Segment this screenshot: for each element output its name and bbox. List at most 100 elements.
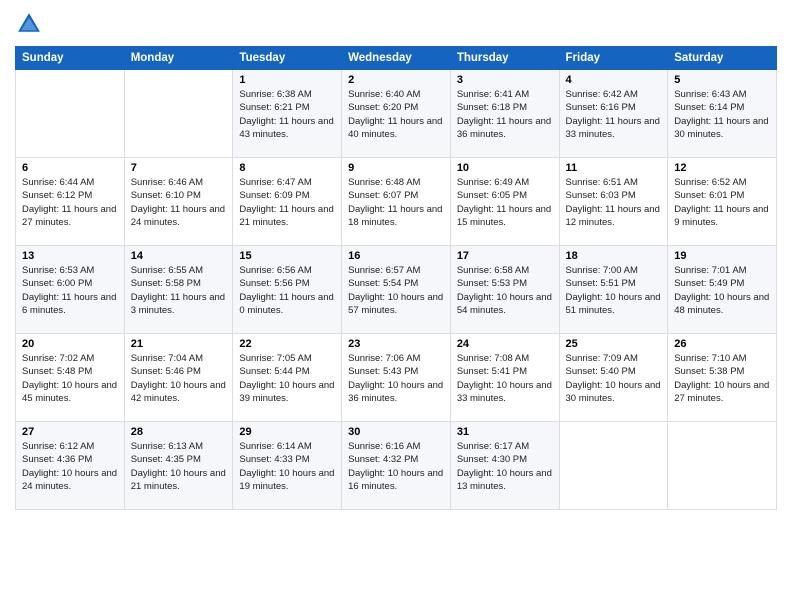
week-row-5: 27Sunrise: 6:12 AM Sunset: 4:36 PM Dayli… — [16, 422, 777, 510]
day-number: 21 — [131, 338, 227, 350]
cell-5-1: 27Sunrise: 6:12 AM Sunset: 4:36 PM Dayli… — [16, 422, 125, 510]
logo-icon — [15, 10, 43, 38]
day-info: Sunrise: 6:14 AM Sunset: 4:33 PM Dayligh… — [239, 440, 335, 493]
cell-4-6: 25 Sunrise: 7:09 AM Sunset: 5:40 PM Dayli… — [559, 334, 668, 422]
day-number: 17 — [457, 250, 553, 262]
cell-5-4: 30 Sunrise: 6:16 AM Sunset: 4:32 PM Dayli… — [342, 422, 451, 510]
day-info: Sunrise: 7:04 AM Sunset: 5:46 PM Dayligh… — [131, 352, 227, 405]
cell-5-3: 29 Sunrise: 6:14 AM Sunset: 4:33 PM Dayli… — [233, 422, 342, 510]
day-info: Sunrise: 6:48 AM Sunset: 6:07 PM Dayligh… — [348, 176, 444, 229]
day-number: 26 — [674, 338, 770, 350]
day-number: 29 — [239, 426, 335, 438]
cell-1-7: 5 Sunrise: 6:43 AM Sunset: 6:14 PM Daylig… — [668, 70, 777, 158]
cell-3-6: 18 Sunrise: 7:00 AM Sunset: 5:51 PM Dayli… — [559, 246, 668, 334]
day-number: 28 — [131, 426, 227, 438]
day-info: Sunrise: 7:05 AM Sunset: 5:44 PM Dayligh… — [239, 352, 335, 405]
day-number: 9 — [348, 162, 444, 174]
cell-1-2 — [124, 70, 233, 158]
day-info: Sunrise: 7:10 AM Sunset: 5:38 PM Dayligh… — [674, 352, 770, 405]
cell-4-3: 22 Sunrise: 7:05 AM Sunset: 5:44 PM Dayli… — [233, 334, 342, 422]
header — [15, 10, 777, 38]
day-info: Sunrise: 6:56 AM Sunset: 5:56 PM Dayligh… — [239, 264, 335, 317]
day-info: Sunrise: 6:47 AM Sunset: 6:09 PM Dayligh… — [239, 176, 335, 229]
day-info: Sunrise: 6:51 AM Sunset: 6:03 PM Dayligh… — [566, 176, 662, 229]
day-info: Sunrise: 6:12 AM Sunset: 4:36 PM Dayligh… — [22, 440, 118, 493]
cell-4-5: 24 Sunrise: 7:08 AM Sunset: 5:41 PM Dayli… — [450, 334, 559, 422]
cell-2-7: 12Sunrise: 6:52 AM Sunset: 6:01 PM Dayli… — [668, 158, 777, 246]
day-number: 7 — [131, 162, 227, 174]
col-header-friday: Friday — [559, 47, 668, 70]
day-number: 23 — [348, 338, 444, 350]
cell-2-1: 6 Sunrise: 6:44 AM Sunset: 6:12 PM Daylig… — [16, 158, 125, 246]
day-number: 1 — [239, 74, 335, 86]
day-info: Sunrise: 6:46 AM Sunset: 6:10 PM Dayligh… — [131, 176, 227, 229]
day-number: 6 — [22, 162, 118, 174]
day-number: 25 — [566, 338, 662, 350]
day-number: 16 — [348, 250, 444, 262]
cell-3-5: 17 Sunrise: 6:58 AM Sunset: 5:53 PM Dayli… — [450, 246, 559, 334]
day-number: 18 — [566, 250, 662, 262]
cell-1-1 — [16, 70, 125, 158]
cell-2-6: 11 Sunrise: 6:51 AM Sunset: 6:03 PM Dayli… — [559, 158, 668, 246]
col-header-saturday: Saturday — [668, 47, 777, 70]
cell-4-1: 20 Sunrise: 7:02 AM Sunset: 5:48 PM Dayli… — [16, 334, 125, 422]
day-info: Sunrise: 6:55 AM Sunset: 5:58 PM Dayligh… — [131, 264, 227, 317]
page: SundayMondayTuesdayWednesdayThursdayFrid… — [0, 0, 792, 612]
day-number: 13 — [22, 250, 118, 262]
day-info: Sunrise: 7:02 AM Sunset: 5:48 PM Dayligh… — [22, 352, 118, 405]
day-info: Sunrise: 7:00 AM Sunset: 5:51 PM Dayligh… — [566, 264, 662, 317]
day-info: Sunrise: 7:09 AM Sunset: 5:40 PM Dayligh… — [566, 352, 662, 405]
day-info: Sunrise: 7:01 AM Sunset: 5:49 PM Dayligh… — [674, 264, 770, 317]
cell-5-6 — [559, 422, 668, 510]
day-number: 22 — [239, 338, 335, 350]
day-number: 20 — [22, 338, 118, 350]
cell-4-2: 21 Sunrise: 7:04 AM Sunset: 5:46 PM Dayli… — [124, 334, 233, 422]
cell-2-2: 7 Sunrise: 6:46 AM Sunset: 6:10 PM Daylig… — [124, 158, 233, 246]
day-number: 30 — [348, 426, 444, 438]
day-number: 3 — [457, 74, 553, 86]
day-number: 8 — [239, 162, 335, 174]
day-number: 11 — [566, 162, 662, 174]
day-info: Sunrise: 6:16 AM Sunset: 4:32 PM Dayligh… — [348, 440, 444, 493]
cell-2-3: 8 Sunrise: 6:47 AM Sunset: 6:09 PM Daylig… — [233, 158, 342, 246]
col-header-thursday: Thursday — [450, 47, 559, 70]
cell-5-2: 28 Sunrise: 6:13 AM Sunset: 4:35 PM Dayli… — [124, 422, 233, 510]
day-info: Sunrise: 6:42 AM Sunset: 6:16 PM Dayligh… — [566, 88, 662, 141]
day-info: Sunrise: 6:17 AM Sunset: 4:30 PM Dayligh… — [457, 440, 553, 493]
cell-4-7: 26 Sunrise: 7:10 AM Sunset: 5:38 PM Dayli… — [668, 334, 777, 422]
day-info: Sunrise: 6:49 AM Sunset: 6:05 PM Dayligh… — [457, 176, 553, 229]
cell-3-2: 14 Sunrise: 6:55 AM Sunset: 5:58 PM Dayli… — [124, 246, 233, 334]
col-header-sunday: Sunday — [16, 47, 125, 70]
week-row-4: 20 Sunrise: 7:02 AM Sunset: 5:48 PM Dayli… — [16, 334, 777, 422]
cell-1-6: 4Sunrise: 6:42 AM Sunset: 6:16 PM Daylig… — [559, 70, 668, 158]
week-row-1: 1 Sunrise: 6:38 AM Sunset: 6:21 PM Daylig… — [16, 70, 777, 158]
week-row-3: 13 Sunrise: 6:53 AM Sunset: 6:00 PM Dayli… — [16, 246, 777, 334]
day-number: 31 — [457, 426, 553, 438]
day-number: 24 — [457, 338, 553, 350]
day-number: 12 — [674, 162, 770, 174]
day-info: Sunrise: 6:43 AM Sunset: 6:14 PM Dayligh… — [674, 88, 770, 141]
cell-4-4: 23 Sunrise: 7:06 AM Sunset: 5:43 PM Dayli… — [342, 334, 451, 422]
day-info: Sunrise: 6:40 AM Sunset: 6:20 PM Dayligh… — [348, 88, 444, 141]
day-info: Sunrise: 6:53 AM Sunset: 6:00 PM Dayligh… — [22, 264, 118, 317]
day-info: Sunrise: 6:44 AM Sunset: 6:12 PM Dayligh… — [22, 176, 118, 229]
day-info: Sunrise: 7:06 AM Sunset: 5:43 PM Dayligh… — [348, 352, 444, 405]
day-number: 5 — [674, 74, 770, 86]
day-info: Sunrise: 6:41 AM Sunset: 6:18 PM Dayligh… — [457, 88, 553, 141]
day-info: Sunrise: 7:08 AM Sunset: 5:41 PM Dayligh… — [457, 352, 553, 405]
day-info: Sunrise: 6:58 AM Sunset: 5:53 PM Dayligh… — [457, 264, 553, 317]
day-number: 10 — [457, 162, 553, 174]
cell-3-7: 19 Sunrise: 7:01 AM Sunset: 5:49 PM Dayli… — [668, 246, 777, 334]
cell-2-5: 10 Sunrise: 6:49 AM Sunset: 6:05 PM Dayli… — [450, 158, 559, 246]
cell-2-4: 9 Sunrise: 6:48 AM Sunset: 6:07 PM Daylig… — [342, 158, 451, 246]
cell-1-3: 1 Sunrise: 6:38 AM Sunset: 6:21 PM Daylig… — [233, 70, 342, 158]
cell-5-5: 31 Sunrise: 6:17 AM Sunset: 4:30 PM Dayli… — [450, 422, 559, 510]
day-info: Sunrise: 6:13 AM Sunset: 4:35 PM Dayligh… — [131, 440, 227, 493]
day-number: 14 — [131, 250, 227, 262]
col-header-wednesday: Wednesday — [342, 47, 451, 70]
day-info: Sunrise: 6:38 AM Sunset: 6:21 PM Dayligh… — [239, 88, 335, 141]
cell-1-4: 2Sunrise: 6:40 AM Sunset: 6:20 PM Daylig… — [342, 70, 451, 158]
day-number: 19 — [674, 250, 770, 262]
day-info: Sunrise: 6:57 AM Sunset: 5:54 PM Dayligh… — [348, 264, 444, 317]
col-header-tuesday: Tuesday — [233, 47, 342, 70]
